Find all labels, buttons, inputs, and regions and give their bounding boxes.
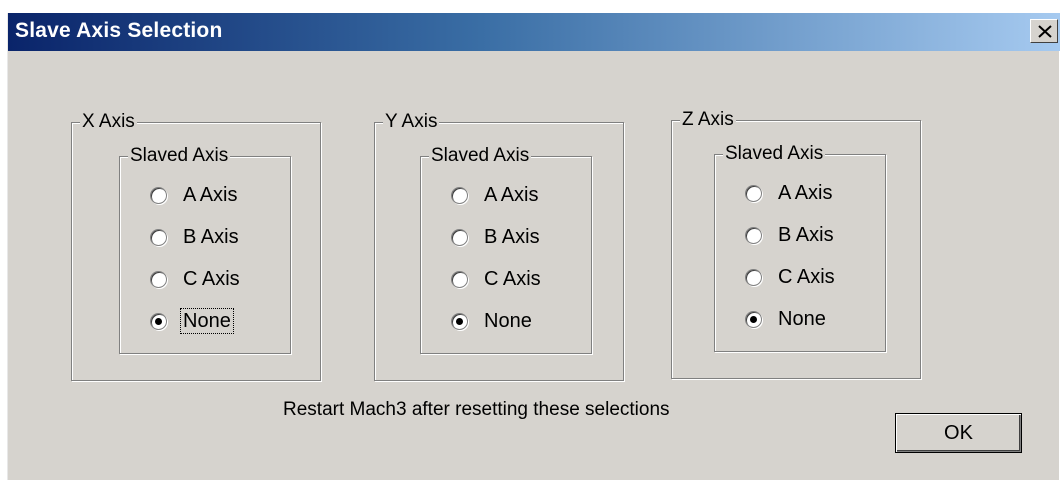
title-bar[interactable]: Slave Axis Selection — [8, 13, 1060, 51]
radio-button[interactable] — [745, 184, 762, 202]
z-option-c-axis[interactable]: C Axis — [745, 263, 837, 291]
restart-notice: Restart Mach3 after resetting these sele… — [283, 399, 670, 420]
ok-button[interactable]: OK — [895, 413, 1022, 453]
radio-label: None — [180, 308, 234, 334]
z-option-b-axis[interactable]: B Axis — [745, 221, 836, 249]
z-option-none[interactable]: None — [745, 305, 828, 333]
close-icon — [1038, 25, 1052, 38]
window-title: Slave Axis Selection — [15, 19, 223, 42]
slave-axis-dialog: Slave Axis Selection X Axis Slaved Axis … — [7, 13, 1060, 480]
x-option-c-axis[interactable]: C Axis — [150, 265, 242, 293]
z-slaved-axis-title: Slaved Axis — [723, 143, 826, 165]
y-option-b-axis[interactable]: B Axis — [451, 223, 542, 251]
x-axis-group: X Axis Slaved Axis A Axis B Axis C Axis … — [71, 111, 321, 381]
radio-button[interactable] — [150, 270, 167, 288]
radio-label: B Axis — [778, 224, 834, 246]
x-option-b-axis[interactable]: B Axis — [150, 223, 241, 251]
radio-button[interactable] — [451, 186, 468, 204]
radio-button-selected[interactable] — [451, 312, 468, 330]
radio-label: B Axis — [484, 226, 540, 248]
x-axis-group-title: X Axis — [80, 111, 137, 133]
radio-label: B Axis — [183, 226, 239, 248]
x-option-none[interactable]: None — [150, 307, 234, 335]
radio-button[interactable] — [745, 226, 762, 244]
radio-button[interactable] — [150, 186, 167, 204]
radio-button[interactable] — [150, 228, 167, 246]
radio-label: None — [778, 308, 826, 330]
y-option-none[interactable]: None — [451, 307, 534, 335]
y-option-a-axis[interactable]: A Axis — [451, 181, 540, 209]
radio-button[interactable] — [745, 268, 762, 286]
radio-label: C Axis — [484, 268, 541, 290]
radio-button-selected[interactable] — [745, 310, 762, 328]
radio-label: A Axis — [484, 184, 539, 206]
y-slaved-axis-title: Slaved Axis — [429, 145, 532, 167]
x-option-a-axis[interactable]: A Axis — [150, 181, 239, 209]
y-axis-group-title: Y Axis — [383, 111, 440, 133]
radio-label: C Axis — [778, 266, 835, 288]
radio-button[interactable] — [451, 270, 468, 288]
radio-label: A Axis — [778, 182, 833, 204]
radio-button[interactable] — [451, 228, 468, 246]
x-slaved-axis-title: Slaved Axis — [128, 145, 231, 167]
y-axis-group: Y Axis Slaved Axis A Axis B Axis C Axis … — [374, 111, 624, 381]
y-slaved-axis-group: Slaved Axis A Axis B Axis C Axis None — [420, 145, 592, 354]
z-axis-group-title: Z Axis — [680, 109, 736, 131]
z-slaved-axis-group: Slaved Axis A Axis B Axis C Axis None — [714, 143, 886, 352]
radio-label: C Axis — [183, 268, 240, 290]
radio-label: A Axis — [183, 184, 238, 206]
y-option-c-axis[interactable]: C Axis — [451, 265, 543, 293]
x-slaved-axis-group: Slaved Axis A Axis B Axis C Axis None — [119, 145, 291, 354]
radio-button-selected[interactable] — [150, 312, 167, 330]
z-option-a-axis[interactable]: A Axis — [745, 179, 834, 207]
close-button[interactable] — [1030, 19, 1058, 43]
radio-label: None — [484, 310, 532, 332]
z-axis-group: Z Axis Slaved Axis A Axis B Axis C Axis … — [671, 109, 921, 379]
